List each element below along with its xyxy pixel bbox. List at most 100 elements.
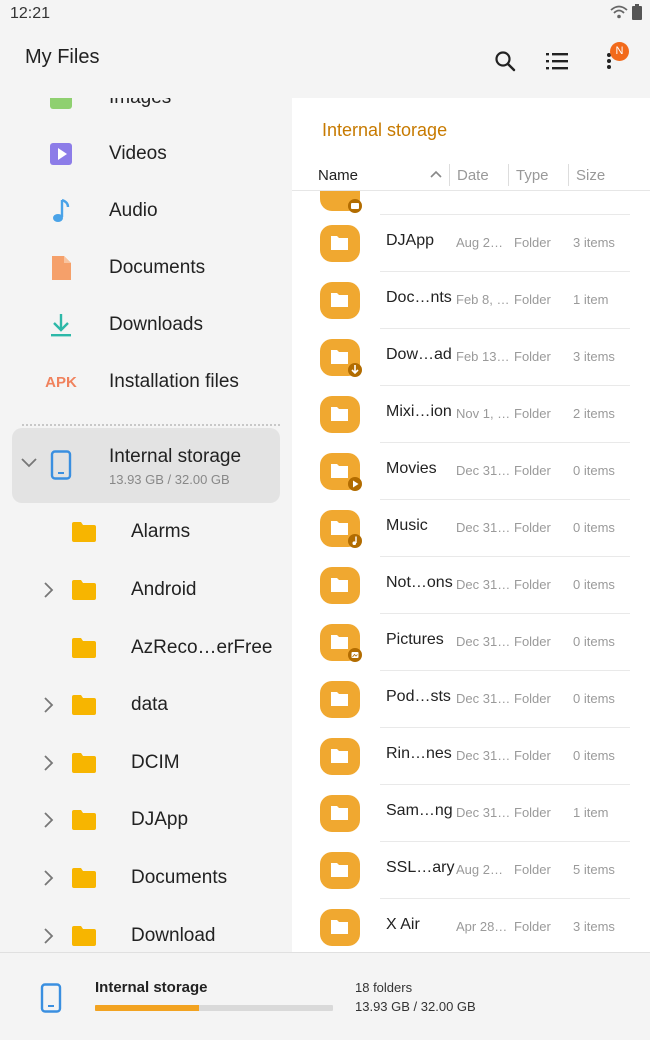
tree-item-azrecorderfree[interactable]: AzReco…erFree — [0, 620, 292, 677]
row-divider — [380, 214, 630, 215]
folder-icon — [319, 452, 362, 492]
table-row[interactable]: Sam…ng Dec 31… Folder 1 item — [292, 784, 650, 841]
file-size: 3 items — [573, 349, 615, 364]
file-date: Dec 31… — [456, 634, 511, 649]
wifi-icon — [610, 5, 628, 19]
table-row[interactable]: X Air Apr 28… Folder 3 items — [292, 898, 650, 952]
table-row[interactable]: Dow…ad Feb 13… Folder 3 items — [292, 328, 650, 385]
table-row[interactable]: Pod…sts Dec 31… Folder 0 items — [292, 670, 650, 727]
tree-item-data[interactable]: data — [0, 677, 292, 734]
column-header: Name Date Type Size — [292, 160, 650, 190]
table-row[interactable]: SSL…ary Aug 2… Folder 5 items — [292, 841, 650, 898]
tree-item-alarms[interactable]: Alarms — [0, 504, 292, 561]
file-date: Dec 31… — [456, 748, 511, 763]
videos-icon — [44, 140, 78, 168]
images-icon — [44, 98, 78, 112]
file-name: X Air — [386, 916, 420, 933]
sidebar-item-documents[interactable]: Documents — [0, 240, 292, 296]
table-row[interactable]: DJApp Aug 2… Folder 3 items — [292, 214, 650, 271]
chevron-right-icon[interactable] — [42, 927, 54, 945]
table-row[interactable]: Mixi…ion Nov 1, … Folder 2 items — [292, 385, 650, 442]
folder-count: 18 folders — [355, 980, 413, 995]
chevron-right-icon[interactable] — [42, 754, 54, 772]
file-row-partial[interactable] — [292, 191, 650, 214]
tree-item-label: Documents — [131, 867, 228, 888]
folder-icon — [72, 753, 96, 773]
column-divider — [449, 164, 450, 186]
sidebar: Images Videos Audio Documents — [0, 98, 292, 952]
file-type: Folder — [514, 463, 551, 478]
file-date: Nov 1, … — [456, 406, 511, 421]
folder-icon — [319, 680, 361, 720]
column-size[interactable]: Size — [576, 167, 605, 184]
storage-name: Internal storage — [95, 979, 208, 996]
folder-icon — [319, 338, 362, 378]
tree-item-download[interactable]: Download — [0, 908, 292, 952]
file-type: Folder — [514, 406, 551, 421]
sidebar-item-videos[interactable]: Videos — [0, 126, 292, 182]
chevron-right-icon[interactable] — [42, 811, 54, 829]
sidebar-item-internal-storage[interactable]: Internal storage 13.93 GB / 32.00 GB — [12, 428, 280, 503]
tree-item-documents[interactable]: Documents — [0, 850, 292, 907]
tree-item-djapp[interactable]: DJApp — [0, 792, 292, 849]
table-row[interactable]: Rin…nes Dec 31… Folder 0 items — [292, 727, 650, 784]
table-row[interactable]: Doc…nts Feb 8, … Folder 1 item — [292, 271, 650, 328]
file-size: 1 item — [573, 805, 609, 820]
folder-icon — [319, 566, 361, 606]
file-date: Feb 13… — [456, 349, 510, 364]
file-type: Folder — [514, 634, 551, 649]
folder-icon — [319, 794, 361, 834]
file-name: Sam…ng — [386, 802, 453, 819]
chevron-down-icon[interactable] — [20, 456, 38, 468]
app-title: My Files — [25, 46, 100, 68]
table-row[interactable]: Pictures Dec 31… Folder 0 items — [292, 613, 650, 670]
sidebar-item-downloads[interactable]: Downloads — [0, 297, 292, 353]
storage-usage: 13.93 GB / 32.00 GB — [355, 999, 476, 1014]
tree-item-label: DJApp — [131, 809, 189, 830]
sort-ascending-icon[interactable] — [430, 170, 442, 178]
search-icon — [495, 51, 516, 72]
chevron-right-icon[interactable] — [42, 869, 54, 887]
sidebar-item-label: Images — [109, 98, 171, 109]
file-name: Dow…ad — [386, 346, 452, 363]
column-date[interactable]: Date — [457, 167, 489, 184]
list-view-button[interactable] — [538, 42, 576, 80]
sidebar-item-images[interactable]: Images — [0, 98, 292, 126]
file-name: Music — [386, 517, 428, 534]
storage-size: 13.93 GB / 32.00 GB — [109, 472, 230, 487]
file-name: DJApp — [386, 232, 435, 249]
more-options-button[interactable]: N — [590, 42, 629, 80]
column-type[interactable]: Type — [516, 167, 549, 184]
column-name[interactable]: Name — [318, 167, 358, 184]
file-size: 0 items — [573, 577, 615, 592]
sidebar-item-installation-files[interactable]: APK Installation files — [0, 354, 292, 410]
table-row[interactable]: Not…ons Dec 31… Folder 0 items — [292, 556, 650, 613]
audio-icon — [44, 197, 78, 225]
folder-icon — [319, 908, 361, 948]
chevron-right-icon[interactable] — [42, 581, 54, 599]
row-divider — [380, 385, 630, 386]
table-row[interactable]: Movies Dec 31… Folder 0 items — [292, 442, 650, 499]
tree-item-android[interactable]: Android — [0, 562, 292, 619]
chevron-right-icon[interactable] — [42, 696, 54, 714]
row-divider — [380, 499, 630, 500]
file-size: 3 items — [573, 919, 615, 934]
row-divider — [380, 328, 630, 329]
app-actions: N — [486, 42, 629, 80]
sidebar-item-audio[interactable]: Audio — [0, 183, 292, 239]
status-icons — [610, 4, 642, 20]
row-divider — [380, 670, 630, 671]
row-divider — [380, 442, 630, 443]
status-time: 12:21 — [10, 5, 51, 22]
folder-icon — [72, 695, 96, 715]
tree-item-dcim[interactable]: DCIM — [0, 735, 292, 792]
row-divider — [380, 898, 630, 899]
sidebar-item-label: Documents — [109, 257, 206, 278]
file-type: Folder — [514, 292, 551, 307]
file-size: 0 items — [573, 634, 615, 649]
file-date: Dec 31… — [456, 691, 511, 706]
table-row[interactable]: Music Dec 31… Folder 0 items — [292, 499, 650, 556]
file-size: 0 items — [573, 463, 615, 478]
search-button[interactable] — [486, 42, 524, 80]
folder-icon — [72, 580, 96, 600]
